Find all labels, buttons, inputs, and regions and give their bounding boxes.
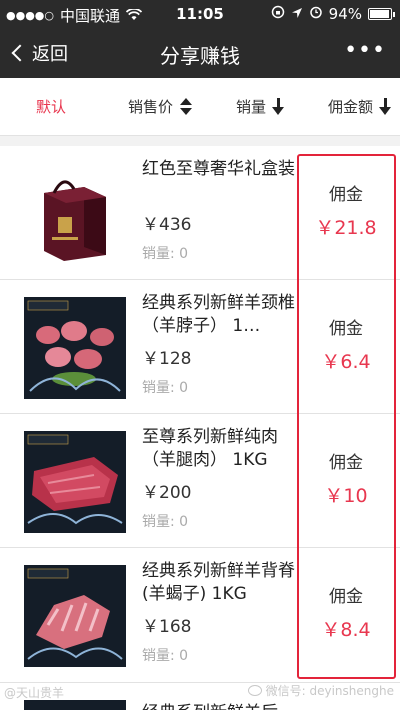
product-name: 经典系列新鲜羊颈椎（羊脖子） 1…: [142, 293, 295, 336]
page-title: 分享赚钱: [160, 44, 240, 68]
arrow-down-icon: [379, 97, 393, 116]
wechat-icon: [247, 685, 262, 696]
product-name: 经典系列新鲜羊背脊(羊蝎子) 1KG: [142, 561, 295, 604]
product-sales: 销量: 0: [142, 246, 189, 262]
product-item[interactable]: 经典系列新鲜羊颈椎（羊脖子） 1… ￥128 销量: 0 佣金 ￥6.4: [0, 280, 400, 414]
sort-sales-label: 销量: [236, 98, 267, 116]
commission-cell: 佣金 ￥6.4: [300, 280, 392, 414]
commission-value: ￥10: [324, 485, 368, 507]
watermark-right-group: 微信号: deyinshenghe: [247, 682, 394, 699]
commission-label: 佣金: [329, 453, 363, 473]
battery-icon: [368, 8, 395, 20]
battery-percent: 94%: [328, 5, 362, 23]
watermark-right: 微信号: deyinshenghe: [265, 684, 394, 698]
commission-value: ￥6.4: [321, 351, 371, 373]
product-image-lamb-spine: [24, 565, 126, 667]
product-info: 经典系列新鲜羊背脊(羊蝎子) 1KG ￥168 销量: 0: [142, 560, 296, 665]
sort-price-label: 销售价: [128, 98, 174, 116]
product-list: 红色至尊奢华礼盒装 ￥436 销量: 0 佣金 ￥21.8 经典系列新鲜羊颈椎（…: [0, 146, 400, 682]
product-price: ￥436: [142, 215, 192, 235]
commission-cell: 佣金 ￥8.4: [300, 548, 392, 682]
sort-bar: 默认 销售价 销量 佣金额: [0, 78, 400, 136]
product-item[interactable]: 至尊系列新鲜纯肉（羊腿肉） 1KG ￥200 销量: 0 佣金 ￥10: [0, 414, 400, 548]
product-sales: 销量: 0: [142, 380, 189, 396]
commission-label: 佣金: [329, 319, 363, 339]
product-image-gift-box: [24, 163, 126, 265]
rotation-lock-icon: [271, 5, 285, 23]
commission-label: 佣金: [329, 185, 363, 205]
sort-commission-label: 佣金额: [328, 98, 374, 116]
product-info: 红色至尊奢华礼盒装 ￥436 销量: 0: [142, 158, 296, 263]
commission-cell: 佣金 ￥10: [300, 414, 392, 548]
product-price: ￥128: [142, 349, 192, 369]
product-image-lamb-leg: [24, 431, 126, 533]
more-options-button[interactable]: •••: [344, 38, 386, 63]
product-item[interactable]: 经典系列新鲜羊背脊(羊蝎子) 1KG ￥168 销量: 0 佣金 ￥8.4: [0, 548, 400, 682]
status-bar: ●●●●○ 中国联通 11:05 94%: [0, 0, 400, 28]
sort-commission-tab[interactable]: 佣金额: [328, 96, 393, 117]
product-name: 至尊系列新鲜纯肉（羊腿肉） 1KG: [142, 427, 278, 470]
sort-default-tab[interactable]: 默认: [36, 96, 66, 117]
product-info: 经典系列新鲜羊颈椎（羊脖子） 1… ￥128 销量: 0: [142, 292, 296, 397]
location-icon: [291, 5, 303, 23]
commission-value: ￥8.4: [321, 619, 371, 641]
watermark-left: @天山贵羊: [4, 686, 65, 700]
product-image-lamb-neck: [24, 297, 126, 399]
product-price: ￥168: [142, 617, 192, 637]
sort-price-tab[interactable]: 销售价: [128, 96, 193, 117]
product-item[interactable]: 红色至尊奢华礼盒装 ￥436 销量: 0 佣金 ￥21.8: [0, 146, 400, 280]
nav-bar: 返回 分享赚钱 •••: [0, 28, 400, 78]
product-sales: 销量: 0: [142, 648, 189, 664]
status-right: 94%: [271, 5, 395, 23]
watermark: @天山贵羊 微信号: deyinshenghe: [0, 680, 400, 704]
product-info: 至尊系列新鲜纯肉（羊腿肉） 1KG ￥200 销量: 0: [142, 426, 296, 531]
arrow-down-icon: [272, 97, 286, 116]
commission-label: 佣金: [329, 587, 363, 607]
product-price: ￥200: [142, 483, 192, 503]
sort-sales-tab[interactable]: 销量: [236, 96, 286, 117]
product-sales: 销量: 0: [142, 514, 189, 530]
product-name: 红色至尊奢华礼盒装: [142, 159, 295, 179]
sort-updown-icon: [179, 97, 193, 116]
sort-default-label: 默认: [36, 98, 67, 116]
commission-value: ￥21.8: [315, 217, 377, 239]
alarm-icon: [309, 5, 323, 23]
commission-cell: 佣金 ￥21.8: [300, 146, 392, 280]
